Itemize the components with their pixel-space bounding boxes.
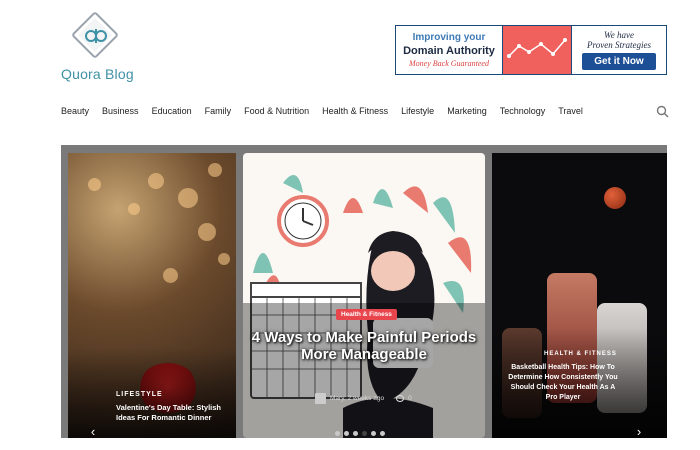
slide-right[interactable]: HEALTH & FITNESS Basketball Health Tips:… xyxy=(492,153,667,438)
bokeh-light xyxy=(88,178,101,191)
featured-slider: LIFESTYLE Valentine's Day Table: Stylish… xyxy=(61,145,667,438)
bokeh-light xyxy=(128,203,140,215)
slider-dots xyxy=(335,431,385,436)
bokeh-light xyxy=(198,223,216,241)
bokeh-light xyxy=(163,268,178,283)
nav-item-education[interactable]: Education xyxy=(152,106,192,120)
slider-dot[interactable] xyxy=(371,431,376,436)
ad-trend-icon xyxy=(507,38,567,58)
slide-center[interactable]: Health & Fitness 4 Ways to Make Painful … xyxy=(243,153,485,438)
slide-center-comments: 0 xyxy=(408,395,412,402)
ad-cta-button[interactable]: Get it Now xyxy=(582,53,656,70)
slide-center-title[interactable]: 4 Ways to Make Painful Periods More Mana… xyxy=(251,329,477,363)
ad-right-line-1: We have xyxy=(604,30,634,40)
bokeh-light xyxy=(148,173,164,189)
author-avatar xyxy=(315,393,326,404)
nav-item-food-nutrition[interactable]: Food & Nutrition xyxy=(244,106,309,120)
slide-left[interactable]: LIFESTYLE Valentine's Day Table: Stylish… xyxy=(68,153,236,438)
slide-center-author: Mary, 2 weeks ago xyxy=(330,395,385,402)
ad-chart-graphic xyxy=(502,26,572,74)
nav-item-health-fitness[interactable]: Health & Fitness xyxy=(322,106,388,120)
slide-center-category[interactable]: Health & Fitness xyxy=(336,309,397,320)
basketball-icon xyxy=(604,187,626,209)
slider-dot[interactable] xyxy=(335,431,340,436)
search-icon[interactable] xyxy=(656,105,669,118)
ad-right: We have Proven Strategies Get it Now xyxy=(572,26,666,74)
slide-left-title[interactable]: Valentine's Day Table: Stylish Ideas For… xyxy=(116,403,226,423)
ad-line-1: Improving your xyxy=(412,32,486,43)
slider-dot[interactable] xyxy=(344,431,349,436)
slide-right-category[interactable]: HEALTH & FITNESS xyxy=(544,351,617,357)
ad-line-2: Domain Authority xyxy=(403,45,495,57)
bokeh-light xyxy=(178,188,198,208)
nav-item-travel[interactable]: Travel xyxy=(558,106,583,120)
comment-icon xyxy=(396,395,405,402)
nav-item-family[interactable]: Family xyxy=(205,106,232,120)
next-arrow-icon[interactable]: › xyxy=(632,425,646,439)
prev-arrow-icon[interactable]: ‹ xyxy=(86,425,100,439)
logo-glyph-icon xyxy=(85,29,107,43)
bokeh-light xyxy=(208,163,222,177)
nav-item-technology[interactable]: Technology xyxy=(500,106,546,120)
ad-line-3: Money Back Guaranteed xyxy=(409,59,489,68)
nav-item-lifestyle[interactable]: Lifestyle xyxy=(401,106,434,120)
slider-dot-active[interactable] xyxy=(362,431,367,436)
bokeh-light xyxy=(218,253,230,265)
slide-right-title[interactable]: Basketball Health Tips: How To Determine… xyxy=(508,363,618,403)
nav-item-beauty[interactable]: Beauty xyxy=(61,106,89,120)
nav-item-marketing[interactable]: Marketing xyxy=(447,106,487,120)
logo-text: Quora Blog xyxy=(61,66,134,82)
slide-center-meta: Mary, 2 weeks ago 0 xyxy=(315,393,412,404)
slider-dot[interactable] xyxy=(380,431,385,436)
site-logo[interactable]: Quora Blog xyxy=(58,10,138,88)
ad-right-line-2: Proven Strategies xyxy=(587,40,651,50)
ad-banner[interactable]: Improving your Domain Authority Money Ba… xyxy=(395,25,667,75)
category-nav: Beauty Business Education Family Food & … xyxy=(61,106,596,120)
slide-left-category[interactable]: LIFESTYLE xyxy=(116,391,163,398)
ad-left: Improving your Domain Authority Money Ba… xyxy=(396,26,502,74)
nav-item-business[interactable]: Business xyxy=(102,106,139,120)
slider-dot[interactable] xyxy=(353,431,358,436)
